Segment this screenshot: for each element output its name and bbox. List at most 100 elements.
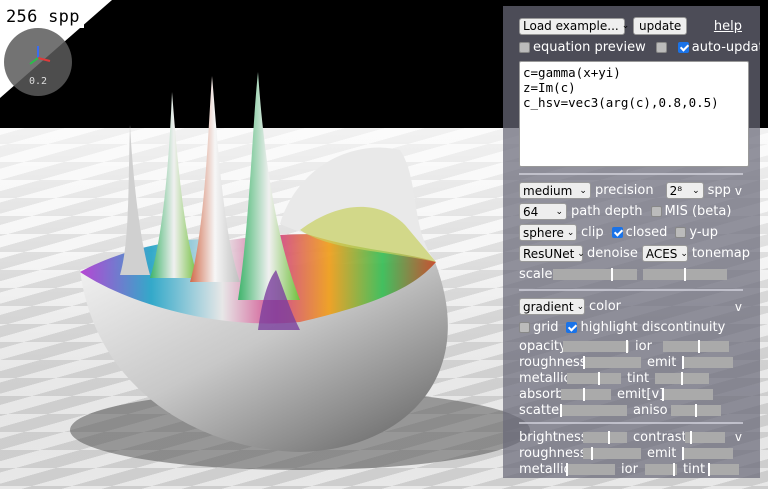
emit-v-slider[interactable] bbox=[662, 387, 713, 401]
slider-thumb[interactable] bbox=[690, 430, 692, 444]
denoise-label: denoise bbox=[587, 246, 638, 261]
collapse-render-toggle[interactable]: v bbox=[735, 184, 742, 198]
brightness-slider[interactable] bbox=[583, 430, 627, 444]
slider-thumb[interactable] bbox=[684, 268, 686, 281]
divider bbox=[519, 173, 743, 175]
grid-checkbox[interactable] bbox=[519, 322, 530, 333]
tonemap-value: ACES bbox=[645, 246, 678, 261]
contrast-slider[interactable] bbox=[685, 430, 725, 444]
scale-slider-a[interactable] bbox=[553, 268, 637, 281]
slider-thumb[interactable] bbox=[695, 403, 697, 417]
slider-thumb[interactable] bbox=[598, 371, 601, 385]
mis-label: MIS (beta) bbox=[664, 204, 732, 219]
ior-slider[interactable] bbox=[663, 339, 729, 353]
slider-thumb[interactable] bbox=[682, 446, 684, 460]
y-up-checkbox[interactable] bbox=[675, 227, 687, 238]
update-button[interactable]: update bbox=[633, 17, 688, 35]
scale-slider-b[interactable] bbox=[643, 268, 727, 281]
chevron-down-icon: ⌄ bbox=[621, 21, 630, 31]
metallic-slider[interactable] bbox=[567, 371, 621, 385]
tint-slider[interactable] bbox=[655, 371, 709, 385]
equation-preview-label: equation preview bbox=[533, 40, 646, 55]
slider-thumb[interactable] bbox=[566, 462, 568, 476]
closed-checkbox[interactable] bbox=[611, 227, 623, 238]
path-depth-label: path depth bbox=[571, 204, 643, 219]
scene-tint-slider[interactable] bbox=[708, 462, 739, 476]
tonemap-select[interactable]: ACES ⌄ bbox=[641, 245, 688, 262]
collapse-material-toggle[interactable]: v bbox=[735, 300, 742, 314]
slider-thumb[interactable] bbox=[610, 268, 613, 281]
color-mode-select[interactable]: gradient ⌄ bbox=[519, 298, 585, 315]
roughness-label: roughness bbox=[519, 354, 587, 370]
slider-thumb[interactable] bbox=[582, 387, 585, 401]
slider-thumb[interactable] bbox=[681, 371, 683, 385]
quality-value: medium bbox=[523, 183, 573, 198]
slider-thumb[interactable] bbox=[583, 355, 586, 369]
auto-update-checkbox[interactable] bbox=[677, 42, 689, 53]
collapse-scene-toggle[interactable]: v bbox=[735, 430, 742, 444]
scale-label: scale bbox=[519, 267, 553, 282]
clip-select[interactable]: sphere ⌄ bbox=[519, 224, 577, 241]
absorb-slider[interactable] bbox=[561, 387, 611, 401]
chevron-down-icon: ⌄ bbox=[692, 185, 700, 196]
opacity-slider[interactable] bbox=[563, 339, 629, 353]
slider-thumb[interactable] bbox=[608, 430, 611, 444]
denoise-select[interactable]: ResUNet ⌄ bbox=[519, 245, 585, 262]
path-depth-select[interactable]: 64 ⌄ bbox=[519, 203, 567, 220]
chevron-down-icon: ⌄ bbox=[577, 248, 585, 259]
clip-label: clip bbox=[581, 225, 604, 240]
unlabeled-checkbox[interactable] bbox=[655, 42, 667, 53]
quality-select[interactable]: medium ⌄ bbox=[519, 182, 591, 199]
slider-thumb[interactable] bbox=[672, 462, 675, 476]
brightness-label: brightness bbox=[519, 429, 588, 445]
metallic-label: metallic bbox=[519, 370, 571, 386]
spp-label: spp bbox=[707, 183, 731, 198]
color-mode-value: gradient bbox=[523, 299, 574, 314]
scene-emit-slider[interactable] bbox=[682, 446, 733, 460]
clip-value: sphere bbox=[523, 225, 564, 240]
scene-roughness-slider[interactable] bbox=[583, 446, 641, 460]
scene-tint-label: tint bbox=[683, 461, 706, 477]
grid-label: grid bbox=[533, 320, 559, 335]
scene-absorb-label: absorb bbox=[519, 478, 564, 479]
contrast-label: contrast bbox=[633, 429, 687, 445]
chevron-down-icon: ⌄ bbox=[576, 301, 585, 312]
scene-ior-slider[interactable] bbox=[645, 462, 677, 476]
absorb-label: absorb bbox=[519, 386, 564, 402]
tint-label: tint bbox=[627, 370, 650, 386]
slider-thumb[interactable] bbox=[590, 446, 593, 460]
spp-select[interactable]: 2⁸ ⌄ bbox=[665, 182, 704, 199]
aniso-label: aniso bbox=[633, 402, 668, 418]
scatter-slider[interactable] bbox=[560, 403, 627, 417]
roughness-slider[interactable] bbox=[583, 355, 641, 369]
ior-label: ior bbox=[635, 338, 652, 354]
auto-update-label: auto-update bbox=[691, 40, 760, 55]
equation-preview-checkbox[interactable] bbox=[519, 42, 530, 53]
gizmo-scale-label: 0.2 bbox=[28, 76, 48, 87]
slider-thumb[interactable] bbox=[560, 403, 562, 417]
load-example-select[interactable]: Load example... ⌄ bbox=[519, 17, 629, 35]
scene-ior-label: ior bbox=[621, 461, 638, 477]
slider-thumb[interactable] bbox=[708, 462, 710, 476]
emit-slider[interactable] bbox=[682, 355, 733, 369]
slider-thumb[interactable] bbox=[626, 339, 629, 353]
highlight-discontinuity-checkbox[interactable] bbox=[566, 322, 578, 333]
scene-metallic-slider[interactable] bbox=[566, 462, 615, 476]
slider-thumb[interactable] bbox=[662, 387, 664, 401]
color-label: color bbox=[589, 299, 622, 314]
emit-label: emit bbox=[647, 354, 677, 370]
mis-checkbox[interactable] bbox=[650, 206, 662, 217]
aniso-slider[interactable] bbox=[671, 403, 721, 417]
slider-thumb[interactable] bbox=[698, 339, 701, 353]
equation-editor[interactable] bbox=[519, 61, 749, 167]
opacity-label: opacity bbox=[519, 338, 567, 354]
axes-gizmo[interactable]: 0.2 bbox=[4, 28, 72, 96]
scatter-label: scatter bbox=[519, 402, 565, 418]
divider bbox=[519, 422, 743, 424]
highlight-discontinuity-label: highlight discontinuity bbox=[580, 320, 726, 335]
help-link[interactable]: help bbox=[714, 19, 742, 34]
slider-thumb[interactable] bbox=[682, 355, 684, 369]
load-example-value: Load example... bbox=[523, 19, 619, 33]
y-up-label: y-up bbox=[689, 225, 719, 240]
depth-label: depth bbox=[633, 478, 671, 479]
